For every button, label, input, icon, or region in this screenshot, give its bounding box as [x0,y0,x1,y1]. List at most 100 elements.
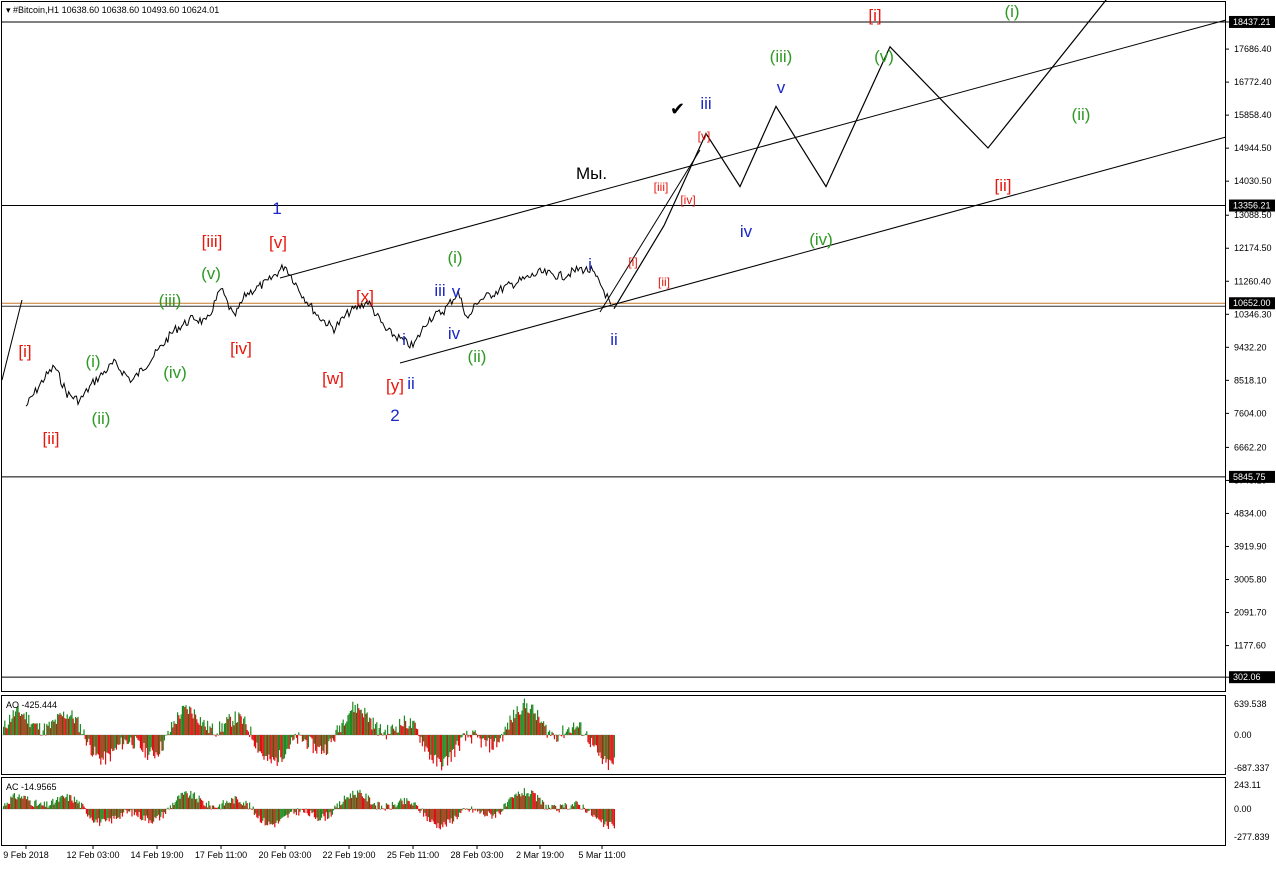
indicator-bar [397,732,399,735]
indicator-bar [330,809,332,817]
indicator-bar [175,724,177,735]
indicator-bar [97,809,99,819]
indicator-bar [595,735,597,746]
indicator-bar [461,809,463,811]
indicator-bar [591,735,593,738]
indicator-bar [137,809,139,818]
indicator-bar [489,809,491,813]
indicator-bar [507,722,509,735]
indicator-bar [537,794,539,809]
indicator-bar [359,710,361,735]
indicator-bar [501,733,503,735]
indicator-bar [543,801,545,809]
indicator-bar [455,809,457,817]
indicator-bar [295,735,297,738]
indicator-bar [414,802,416,809]
indicator-bar [17,705,19,735]
indicator-bar [154,809,156,818]
indicator-bar [11,797,13,809]
indicator-bar [316,735,318,754]
indicator-bar [601,735,603,765]
indicator-bar [599,809,601,821]
indicator-bar [231,797,233,809]
indicator-bar [611,735,613,764]
indicator-bar [270,735,272,764]
indicator-bar [105,809,107,822]
indicator-bar [184,707,186,735]
indicator-bar [552,733,554,735]
indicator-bar [366,712,368,735]
indicator-bar [417,805,419,809]
indicator-bar [547,804,549,809]
indicator-bar [579,805,581,809]
indicator-bar [256,735,258,743]
indicator-bar [609,809,611,823]
indicator-bar [295,809,297,816]
indicator-bar [592,809,594,817]
indicator-bar [371,804,373,809]
indicator-bar [529,794,531,809]
indicator-bar [201,799,203,809]
indicator-bar [186,793,188,809]
indicator-bar [155,809,157,819]
indicator-bar [573,806,575,809]
indicator-bar [395,807,397,809]
wave-label: i [588,255,592,274]
indicator-bar [373,802,375,809]
wave-label: v [452,282,461,301]
indicator-bar [389,734,391,735]
indicator-bar [390,726,392,735]
indicator-bar [30,724,32,735]
indicator-bar [475,733,477,735]
indicator-bar [71,710,73,735]
indicator-bar [468,735,470,736]
indicator-bar [171,722,173,735]
indicator-bar [94,809,96,823]
indicator-bar [21,714,23,735]
indicator-bar [210,727,212,735]
indicator-bar [496,735,498,748]
indicator-bar [28,800,30,809]
indicator-bar [156,809,158,817]
indicator-bar [195,714,197,735]
indicator-bar [42,805,44,809]
indicator-bar [376,722,378,735]
price-tick-label: 12174.50 [1234,243,1272,253]
indicator-bar [100,735,102,765]
indicator-bar [261,809,263,824]
indicator-bar [425,809,427,817]
indicator-bar [445,809,447,827]
indicator-bar [583,807,585,809]
indicator-bar [546,809,548,810]
indicator-bar [282,809,284,817]
indicator-bar [516,706,518,735]
indicator-bar [593,809,595,815]
indicator-bar [318,809,320,821]
indicator-bar [289,735,291,745]
indicator-bar [268,735,270,755]
indicator-bar [467,809,469,811]
indicator-bar [165,735,167,736]
indicator-bar [349,793,351,809]
indicator-bar [432,809,434,822]
indicator-bar [103,735,105,752]
indicator-bar [279,809,281,822]
indicator-bar [432,735,434,764]
indicator-bar [553,804,555,809]
indicator-bar [443,809,445,822]
indicator-bar [49,728,51,735]
indicator-bar [197,802,199,809]
indicator-bar [582,804,584,809]
indicator-bar [465,735,467,741]
indicator-bar [45,806,47,809]
indicator-bar [520,714,522,735]
indicator-bar [341,722,343,735]
indicator-bar [498,735,500,743]
indicator-bar [279,735,281,751]
indicator-bar [480,809,482,813]
indicator-bar [199,798,201,809]
indicator-bar [119,809,121,819]
indicator-bar [396,805,398,809]
indicator-bar [101,809,103,820]
indicator-bar [69,716,71,735]
